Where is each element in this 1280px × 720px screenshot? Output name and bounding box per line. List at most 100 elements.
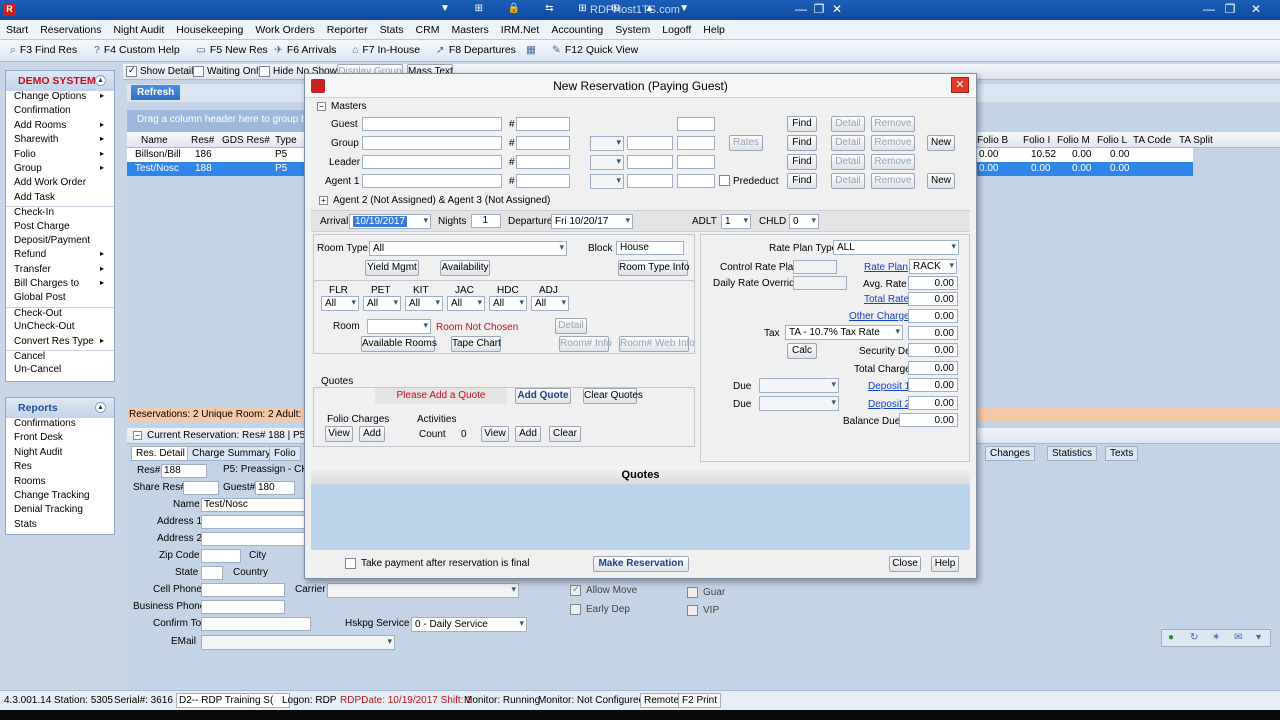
collapse-icon[interactable]: −	[133, 431, 142, 440]
deposit-1-link[interactable]: Deposit 1	[868, 381, 910, 392]
globe-icon[interactable]: ●	[1168, 632, 1174, 643]
prededuct-checkbox[interactable]	[719, 175, 730, 186]
agent1-detail-button[interactable]: Detail	[831, 173, 865, 189]
tax-dropdown[interactable]: TA - 10.7% Tax Rate	[785, 325, 903, 340]
arrival-date-dropdown[interactable]: 10/19/2017	[349, 214, 431, 229]
feature-pet-dropdown[interactable]: All	[363, 296, 401, 311]
menu-housekeeping[interactable]: Housekeeping	[170, 20, 249, 40]
due-date-2-dropdown[interactable]	[759, 396, 839, 411]
report-item-denial-tracking[interactable]: Denial Tracking	[6, 504, 114, 518]
guest-remove-button[interactable]: Remove	[871, 116, 915, 132]
early-dep-checkbox[interactable]	[570, 604, 581, 615]
address2-field[interactable]	[201, 532, 305, 546]
add-quote-button[interactable]: Add Quote	[515, 388, 571, 404]
available-rooms-button[interactable]: Available Rooms	[361, 336, 437, 352]
tools-icon[interactable]: ✶	[1212, 632, 1220, 643]
table-row[interactable]: Billson/Bill 186 P5	[127, 148, 307, 162]
options-item-group[interactable]: Group ▸	[6, 163, 114, 177]
guest-field[interactable]	[362, 117, 502, 131]
tab-statistics[interactable]: Statistics	[1047, 446, 1098, 461]
room-type-info-button[interactable]: Room Type Info	[618, 260, 689, 276]
options-item-add-work-order[interactable]: Add Work Order	[6, 177, 114, 191]
custom-help-button[interactable]: ? F4 Custom Help	[94, 44, 180, 56]
folio-add-button[interactable]: Add	[359, 426, 385, 442]
remote-minimize-icon[interactable]: —	[792, 2, 810, 16]
tab-charge-summary[interactable]: Charge Summary	[187, 446, 276, 461]
show-detail-checkbox[interactable]: ✓	[126, 65, 137, 77]
group-remove-button[interactable]: Remove	[871, 135, 915, 151]
leader-code-dropdown[interactable]	[590, 155, 624, 170]
col-gds-res[interactable]: GDS Res#	[222, 135, 270, 146]
menu-masters[interactable]: Masters	[445, 20, 494, 40]
group-find-button[interactable]: Find	[787, 135, 817, 151]
print-button[interactable]: F2 Print	[678, 693, 722, 708]
menu-system[interactable]: System	[609, 20, 656, 40]
options-item-post-charge[interactable]: Post Charge	[6, 221, 114, 235]
agent1-number-input[interactable]	[516, 174, 570, 188]
activities-view-button[interactable]: View	[481, 426, 509, 442]
room-detail-button[interactable]: Detail	[555, 318, 587, 334]
room-type-dropdown[interactable]: All	[369, 241, 567, 256]
agent1-extra-field[interactable]	[627, 174, 673, 188]
find-res-button[interactable]: ⌕ F3 Find Res	[10, 44, 77, 57]
close-icon[interactable]: ✕	[1247, 2, 1265, 16]
col-type[interactable]: Type	[275, 135, 297, 146]
feature-hdc-dropdown[interactable]: All	[489, 296, 527, 311]
col-name[interactable]: Name	[141, 135, 168, 146]
options-item-confirmation[interactable]: Confirmation	[6, 105, 114, 119]
nights-stepper[interactable]: 1	[471, 214, 501, 228]
activities-clear-button[interactable]: Clear	[549, 426, 581, 442]
options-item-check-out[interactable]: Check-Out	[6, 306, 114, 321]
guest-detail-button[interactable]: Detail	[831, 116, 865, 132]
options-item-check-in[interactable]: Check-In	[6, 206, 114, 220]
options-item-add-rooms[interactable]: Add Rooms ▸	[6, 120, 114, 134]
tab-res-detail[interactable]: Res. Detail	[131, 446, 190, 461]
control-rate-plan-field[interactable]	[793, 260, 837, 274]
remote-restore-icon[interactable]: ❐	[810, 2, 828, 16]
group-extra-field[interactable]	[627, 136, 673, 150]
menu-reservations[interactable]: Reservations	[34, 20, 107, 40]
agent1-extra-field-2[interactable]	[677, 174, 715, 188]
menu-stats[interactable]: Stats	[374, 20, 410, 40]
menu-start[interactable]: Start	[0, 20, 34, 40]
departure-date-dropdown[interactable]: Fri 10/20/17	[551, 214, 633, 229]
report-item-stats[interactable]: Stats	[6, 519, 114, 533]
children-dropdown[interactable]: 0	[789, 214, 819, 229]
agent1-new-button[interactable]: New	[927, 173, 955, 189]
property-dropdown[interactable]: D2-- RDP Training S(	[176, 693, 291, 708]
options-item-bill-charges-to[interactable]: Bill Charges to ▸	[6, 278, 114, 292]
report-item-confirmations[interactable]: Confirmations	[6, 418, 114, 432]
adults-dropdown[interactable]: 1	[721, 214, 751, 229]
cell-phone-field[interactable]	[201, 583, 285, 597]
state-field[interactable]	[201, 566, 223, 580]
waiting-only-checkbox[interactable]	[193, 66, 204, 77]
options-item-sharewith[interactable]: Sharewith ▸	[6, 134, 114, 148]
group-detail-button[interactable]: Detail	[831, 135, 865, 151]
feature-adj-dropdown[interactable]: All	[531, 296, 569, 311]
res-number-field[interactable]: 188	[161, 464, 207, 478]
menu-work-orders[interactable]: Work Orders	[249, 20, 320, 40]
total-rate-link[interactable]: Total Rate	[864, 294, 909, 305]
chat-icon[interactable]: ✉	[1234, 632, 1242, 643]
new-res-button[interactable]: ▭ F5 New Res	[196, 44, 268, 56]
group-number-input[interactable]	[516, 136, 570, 150]
rates-button[interactable]: Rates	[729, 135, 763, 151]
agent1-field[interactable]	[362, 174, 502, 188]
tab-texts[interactable]: Texts	[1105, 446, 1139, 461]
report-item-rooms[interactable]: Rooms	[6, 476, 114, 490]
room-web-info-button[interactable]: Room# Web Info	[619, 336, 695, 352]
room-info-button[interactable]: Room# Info	[559, 336, 612, 352]
deposit-2-link[interactable]: Deposit 2	[868, 399, 910, 410]
dialog-close-icon[interactable]: ✕	[951, 77, 969, 93]
leader-remove-button[interactable]: Remove	[871, 154, 915, 170]
collapse-reports-icon[interactable]: ▲	[95, 402, 106, 413]
confirm-to-field[interactable]	[201, 617, 311, 631]
menu-irm-net[interactable]: IRM.Net	[495, 20, 546, 40]
report-item-change-tracking[interactable]: Change Tracking	[6, 490, 114, 504]
rate-plan-link[interactable]: Rate Plan	[864, 262, 908, 273]
menu-logoff[interactable]: Logoff	[656, 20, 697, 40]
options-item-convert-res-type[interactable]: Convert Res Type ▸	[6, 336, 114, 350]
options-item-transfer[interactable]: Transfer ▸	[6, 264, 114, 278]
folio-view-button[interactable]: View	[325, 426, 353, 442]
hskpg-service-dropdown[interactable]: 0 - Daily Service	[411, 617, 527, 632]
